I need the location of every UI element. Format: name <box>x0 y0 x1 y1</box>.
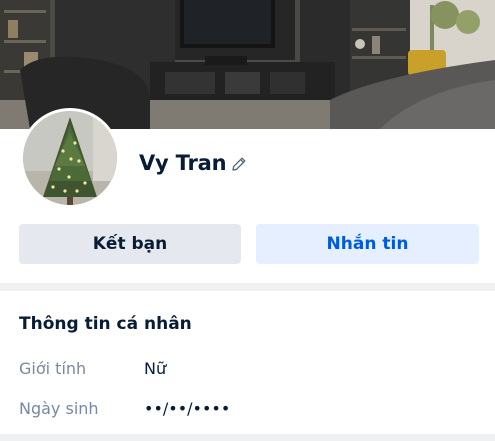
profile-name: Vy Tran <box>139 151 227 175</box>
section-divider-bottom <box>0 434 495 441</box>
avatar[interactable] <box>20 108 120 208</box>
pencil-icon[interactable] <box>230 155 248 173</box>
avatar-image <box>23 111 117 205</box>
section-divider <box>0 283 495 291</box>
add-friend-button[interactable]: Kết bạn <box>19 224 241 264</box>
message-button[interactable]: Nhắn tin <box>256 224 479 264</box>
gender-value: Nữ <box>144 359 167 378</box>
gender-label: Giới tính <box>19 359 87 378</box>
birthday-label: Ngày sinh <box>19 399 99 418</box>
birthday-value: ••/••/•••• <box>144 399 231 418</box>
personal-info-title: Thông tin cá nhân <box>19 314 192 334</box>
